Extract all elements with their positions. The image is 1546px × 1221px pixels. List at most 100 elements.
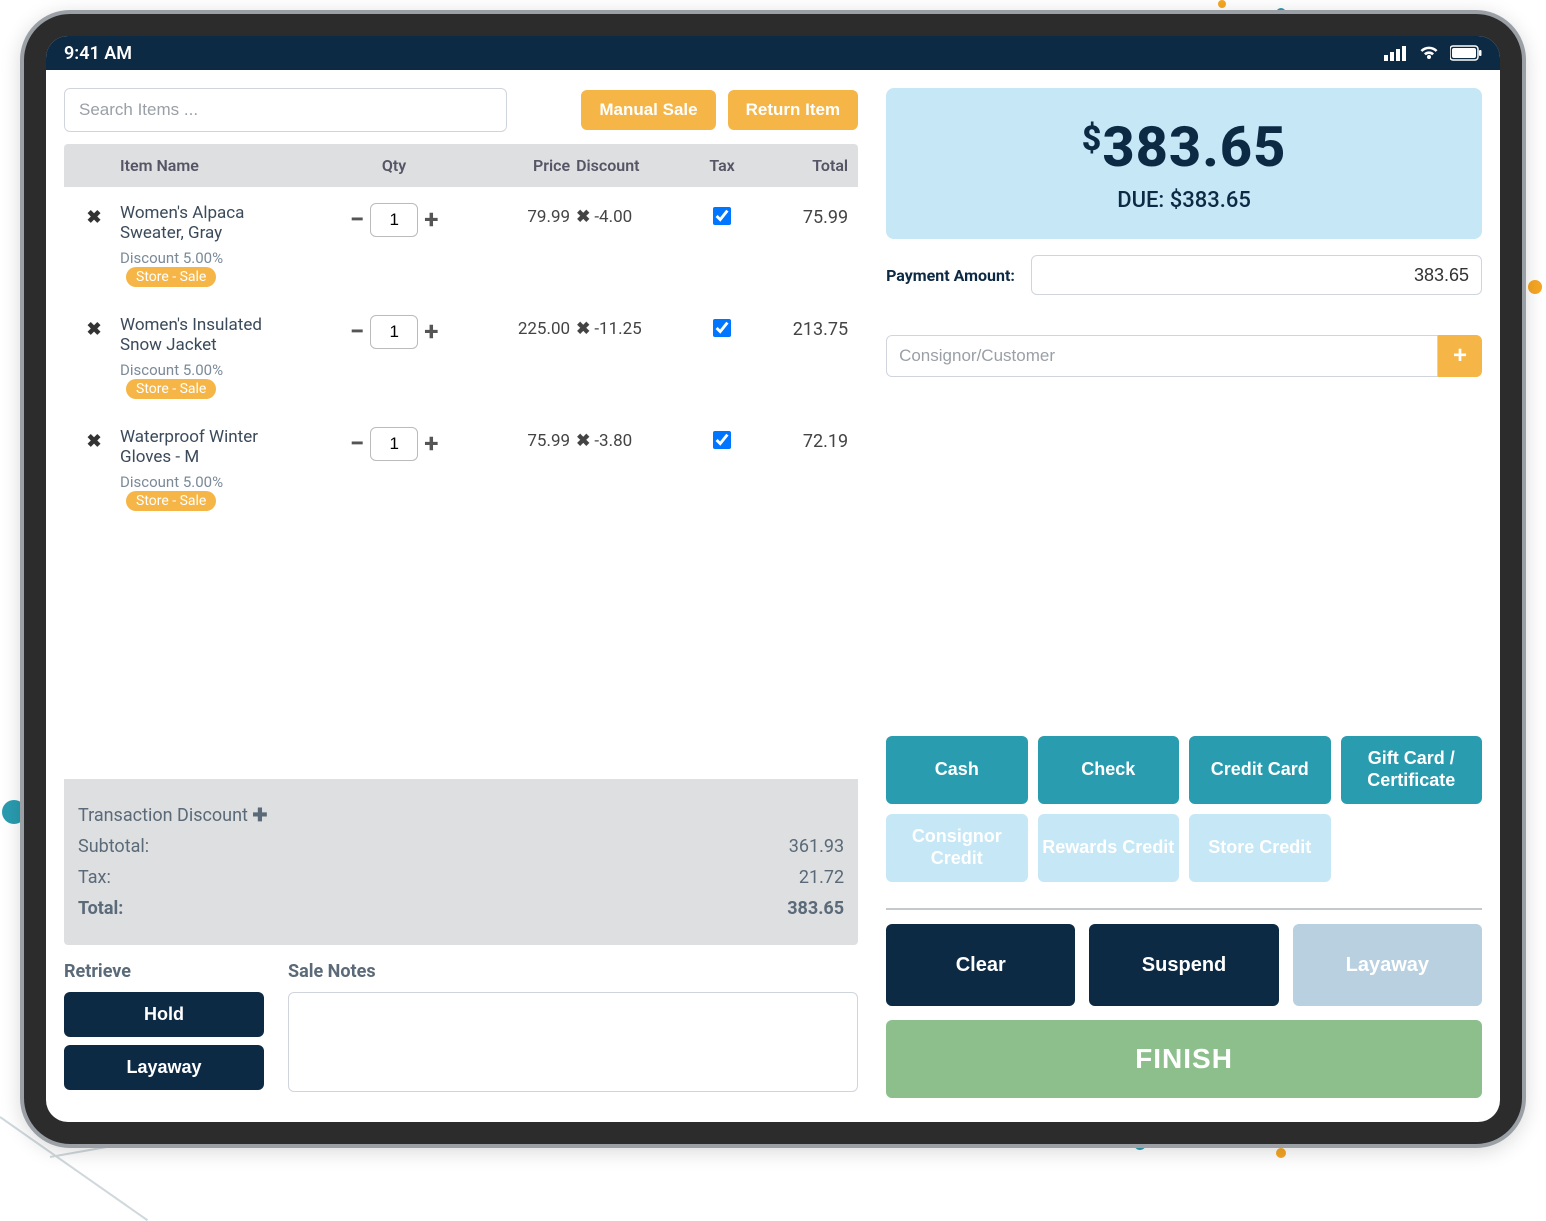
- retrieve-column: Retrieve Hold Layaway: [64, 961, 264, 1098]
- tax-cell: [692, 427, 752, 454]
- sale-notes-heading: Sale Notes: [288, 961, 858, 982]
- layaway-retrieve-button[interactable]: Layaway: [64, 1045, 264, 1090]
- signal-icon: [1384, 45, 1408, 61]
- tax-checkbox[interactable]: [713, 431, 731, 449]
- status-bar: 9:41 AM: [46, 36, 1500, 70]
- item-name-cell: Waterproof Winter Gloves - M Discount 5.…: [120, 427, 308, 511]
- suspend-button[interactable]: Suspend: [1089, 924, 1278, 1006]
- line-total: 213.75: [758, 315, 848, 340]
- item-name-cell: Women's Alpaca Sweater, Gray Discount 5.…: [120, 203, 308, 287]
- app-body: Manual Sale Return Item Item Name Qty Pr…: [46, 70, 1500, 1122]
- items-table: Item Name Qty Price Discount Tax Total ✖…: [64, 144, 858, 945]
- wifi-icon: [1418, 45, 1440, 61]
- discount-cell: ✖ -4.00: [576, 203, 686, 227]
- remove-item-button[interactable]: ✖: [74, 203, 114, 228]
- sale-notes-input[interactable]: [288, 992, 858, 1092]
- qty-input[interactable]: [370, 315, 418, 349]
- consignor-row: +: [886, 335, 1482, 377]
- pay-gift-card-button[interactable]: Gift Card / Certificate: [1341, 736, 1482, 804]
- th-discount: Discount: [576, 156, 686, 175]
- add-customer-button[interactable]: +: [1438, 335, 1482, 377]
- status-time: 9:41 AM: [64, 43, 132, 64]
- qty-decrement-button[interactable]: −: [350, 319, 364, 345]
- tax-label: Tax:: [78, 867, 111, 888]
- discount-cell: ✖ -3.80: [576, 427, 686, 451]
- dollar-sign: $: [1082, 119, 1103, 159]
- sale-notes-column: Sale Notes: [288, 961, 858, 1098]
- discount-cell: ✖ -11.25: [576, 315, 686, 339]
- items-body: ✖ Women's Alpaca Sweater, Gray Discount …: [64, 187, 858, 779]
- remove-item-button[interactable]: ✖: [74, 427, 114, 452]
- search-input[interactable]: [64, 88, 507, 132]
- item-name: Women's Insulated Snow Jacket: [120, 315, 308, 355]
- table-row: ✖ Women's Alpaca Sweater, Gray Discount …: [64, 187, 858, 299]
- plus-icon: ✚: [252, 805, 267, 826]
- qty-increment-button[interactable]: +: [424, 207, 438, 233]
- remove-item-button[interactable]: ✖: [74, 315, 114, 340]
- finish-button[interactable]: FINISH: [886, 1020, 1482, 1098]
- item-name: Waterproof Winter Gloves - M: [120, 427, 308, 467]
- discount-value: -3.80: [594, 431, 632, 451]
- payment-amount-input[interactable]: [1031, 255, 1482, 295]
- clear-button[interactable]: Clear: [886, 924, 1075, 1006]
- tax-checkbox[interactable]: [713, 207, 731, 225]
- qty-increment-button[interactable]: +: [424, 319, 438, 345]
- item-discount-text: Discount 5.00%: [120, 473, 223, 491]
- discount-badge: Store - Sale: [126, 379, 216, 399]
- remove-discount-icon[interactable]: ✖: [576, 431, 590, 451]
- pay-consignor-credit-button[interactable]: Consignor Credit: [886, 814, 1027, 882]
- bottom-left: Retrieve Hold Layaway Sale Notes: [64, 961, 858, 1098]
- qty-input[interactable]: [370, 427, 418, 461]
- total-value: 383.65: [787, 898, 844, 919]
- transaction-discount-label: Transaction Discount: [78, 805, 248, 826]
- due-line: DUE: $383.65: [896, 188, 1472, 213]
- table-row: ✖ Women's Insulated Snow Jacket Discount…: [64, 299, 858, 411]
- retrieve-heading: Retrieve: [64, 961, 264, 982]
- qty-decrement-button[interactable]: −: [350, 207, 364, 233]
- line-total: 72.19: [758, 427, 848, 452]
- item-name: Women's Alpaca Sweater, Gray: [120, 203, 308, 243]
- qty-input[interactable]: [370, 203, 418, 237]
- th-item-name: Item Name: [120, 156, 308, 175]
- action-row: Clear Suspend Layaway: [886, 924, 1482, 1006]
- hold-button[interactable]: Hold: [64, 992, 264, 1037]
- table-row: ✖ Waterproof Winter Gloves - M Discount …: [64, 411, 858, 523]
- discount-value: -11.25: [594, 319, 641, 339]
- discount-badge: Store - Sale: [126, 491, 216, 511]
- screen: 9:41 AM Manual Sale Return Item: [46, 36, 1500, 1122]
- tax-checkbox[interactable]: [713, 319, 731, 337]
- tax-cell: [692, 203, 752, 230]
- price-cell: 225.00: [480, 315, 570, 339]
- discount-badge: Store - Sale: [126, 267, 216, 287]
- qty-cell: − +: [314, 203, 474, 237]
- th-qty: Qty: [314, 156, 474, 175]
- th-price: Price: [480, 156, 570, 175]
- price-cell: 75.99: [480, 427, 570, 451]
- payment-amount-row: Payment Amount:: [886, 255, 1482, 295]
- amount-due-box: $383.65 DUE: $383.65: [886, 88, 1482, 239]
- subtotal-row: Subtotal: 361.93: [78, 836, 844, 857]
- subtotal-value: 361.93: [789, 836, 844, 857]
- tablet-frame: 9:41 AM Manual Sale Return Item: [20, 10, 1526, 1148]
- pay-rewards-credit-button[interactable]: Rewards Credit: [1038, 814, 1179, 882]
- qty-increment-button[interactable]: +: [424, 431, 438, 457]
- item-discount-text: Discount 5.00%: [120, 361, 223, 379]
- pay-store-credit-button[interactable]: Store Credit: [1189, 814, 1330, 882]
- qty-decrement-button[interactable]: −: [350, 431, 364, 457]
- pay-check-button[interactable]: Check: [1038, 736, 1179, 804]
- remove-discount-icon[interactable]: ✖: [576, 207, 590, 227]
- qty-cell: − +: [314, 427, 474, 461]
- amount-due: $383.65: [896, 114, 1472, 180]
- item-discount-line: Discount 5.00% Store - Sale: [120, 361, 308, 399]
- status-icons: [1384, 45, 1482, 61]
- return-item-button[interactable]: Return Item: [728, 90, 858, 130]
- manual-sale-button[interactable]: Manual Sale: [581, 90, 715, 130]
- consignor-input[interactable]: [886, 335, 1438, 377]
- layaway-action-button[interactable]: Layaway: [1293, 924, 1482, 1006]
- item-name-cell: Women's Insulated Snow Jacket Discount 5…: [120, 315, 308, 399]
- top-action-row: Manual Sale Return Item: [64, 88, 858, 132]
- transaction-discount-row[interactable]: Transaction Discount ✚: [78, 805, 844, 826]
- pay-credit-card-button[interactable]: Credit Card: [1189, 736, 1330, 804]
- pay-cash-button[interactable]: Cash: [886, 736, 1027, 804]
- remove-discount-icon[interactable]: ✖: [576, 319, 590, 339]
